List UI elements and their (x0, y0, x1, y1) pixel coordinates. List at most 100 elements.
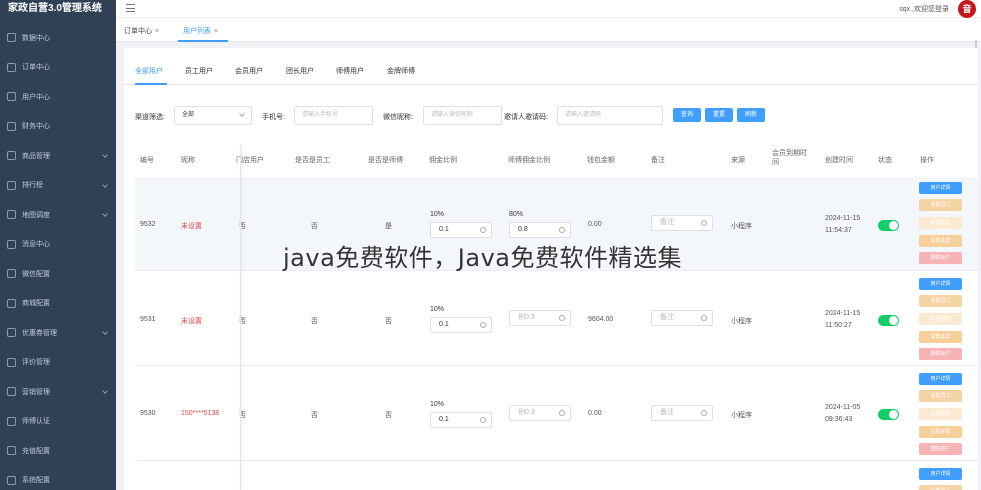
set-staff-button[interactable]: 设置员工 (919, 295, 962, 307)
sidebar-item-label: 财务中心 (22, 123, 50, 131)
invite-code-input[interactable]: 请输入邀请码 (557, 106, 663, 125)
status-toggle[interactable] (878, 409, 899, 420)
nickname-input[interactable]: 请输入微信昵称 (423, 106, 502, 125)
reset-button[interactable]: 重置 (705, 108, 733, 122)
sidebar-item-marketing-management[interactable]: 营销管理 (0, 377, 116, 407)
tab-all-users[interactable]: 全部用户 (135, 66, 163, 76)
sidebar-item-map-dispatch[interactable]: 地图调度 (0, 200, 116, 230)
sidebar-item-label: 用户中心 (22, 93, 50, 101)
user-detail-button[interactable]: 用户详情 (919, 182, 962, 194)
chevron-down-icon (239, 111, 245, 117)
delete-user-button[interactable]: 删除用户 (919, 252, 962, 264)
sidebar-item-label: 商品管理 (22, 152, 50, 160)
search-icon (701, 315, 707, 321)
tab-master-users[interactable]: 师傅用户 (336, 66, 364, 76)
phone-input[interactable]: 请输入手机号 (294, 106, 373, 125)
delete-user-button[interactable]: 删除用户 (919, 443, 962, 455)
commission-input[interactable]: 0.1 (430, 222, 492, 238)
master-commission-input[interactable]: 例0.3 (509, 405, 571, 421)
commission-input[interactable]: 0.1 (430, 317, 492, 333)
user-id: 9531 (140, 316, 156, 323)
sidebar-item-label: 微信配置 (22, 270, 50, 278)
active-tag-indicator (178, 40, 228, 42)
is-staff-value: 否 (311, 412, 318, 419)
set-staff-button[interactable]: 设置员工 (919, 485, 962, 490)
sidebar-item-recharge-config[interactable]: 充值配置 (0, 436, 116, 466)
wallet-amount: 9604.00 (588, 316, 614, 323)
sidebar-item-system-config[interactable]: 系统配置 (0, 466, 116, 490)
review-icon (7, 357, 16, 367)
chevron-down-icon (102, 329, 108, 335)
nickname-label: 微信昵称: (383, 114, 413, 121)
sidebar-item-label: 评价管理 (22, 359, 50, 367)
sidebar-item-label: 系统配置 (22, 477, 50, 485)
avatar[interactable]: 音 (958, 0, 976, 18)
active-tab-indicator (135, 83, 167, 85)
user-detail-button[interactable]: 用户详情 (919, 468, 962, 480)
tab-member-users[interactable]: 会员用户 (235, 66, 263, 76)
set-member-button[interactable]: 设置会员 (919, 426, 962, 438)
sidebar-item-wechat-config[interactable]: 微信配置 (0, 259, 116, 289)
sidebar-item-finance-center[interactable]: 财务中心 (0, 112, 116, 142)
sidebar-item-label: 商城配置 (22, 300, 50, 308)
close-icon[interactable]: × (155, 28, 159, 35)
sidebar-menu: 数据中心 订单中心 用户中心 财务中心 商品管理 排行榜 地图调度 消息中心 微… (0, 23, 116, 490)
sidebar-item-data-center[interactable]: 数据中心 (0, 23, 116, 53)
sidebar-item-coupon-management[interactable]: 优惠券管理 (0, 318, 116, 348)
col-status: 状态 (878, 157, 892, 164)
remark-input[interactable]: 备注 (651, 215, 713, 231)
user-detail-button[interactable]: 用户详情 (919, 373, 962, 385)
set-staff-button[interactable]: 设置员工 (919, 199, 962, 211)
source-value: 小程序 (731, 318, 752, 325)
refresh-button[interactable]: 刷新 (737, 108, 765, 122)
sidebar-item-product-management[interactable]: 商品管理 (0, 141, 116, 171)
commission-input[interactable]: 0.1 (430, 412, 492, 428)
set-leader-button[interactable]: 设置团长 (919, 408, 962, 420)
search-icon (559, 227, 565, 233)
tab-gold-masters[interactable]: 金牌师傅 (387, 66, 415, 76)
master-commission-input[interactable]: 例0.3 (509, 310, 571, 326)
commission-value: 0.1 (439, 416, 449, 423)
set-member-button[interactable]: 设置会员 (919, 235, 962, 247)
set-member-button[interactable]: 设置会员 (919, 331, 962, 343)
remark-input[interactable]: 备注 (651, 310, 713, 326)
user-detail-button[interactable]: 用户详情 (919, 278, 962, 290)
created-time: 11:50:27 (825, 322, 852, 329)
close-icon[interactable]: × (214, 28, 218, 35)
channel-select[interactable]: 全部 (174, 106, 252, 125)
tab-leader-users[interactable]: 团长用户 (286, 66, 314, 76)
chevron-down-icon (102, 181, 108, 188)
set-staff-button[interactable]: 设置员工 (919, 390, 962, 402)
remark-placeholder: 备注 (660, 409, 674, 416)
sidebar-item-ranking[interactable]: 排行榜 (0, 171, 116, 201)
commission-value: 0.1 (439, 321, 449, 328)
status-toggle[interactable] (878, 315, 899, 326)
tag-order-center[interactable]: 订单中心 × (124, 26, 159, 36)
is-staff-value: 否 (311, 318, 318, 325)
tag-user-list[interactable]: 用户列表 × (183, 26, 218, 36)
sidebar-item-label: 充值配置 (22, 447, 50, 455)
status-toggle[interactable] (878, 220, 899, 231)
sidebar-item-user-center[interactable]: 用户中心 (0, 82, 116, 112)
col-wallet: 钱包金额 (587, 157, 615, 164)
created-date: 2024-11-15 (825, 215, 861, 222)
sidebar-item-message-center[interactable]: 消息中心 (0, 230, 116, 260)
sidebar-item-order-center[interactable]: 订单中心 (0, 53, 116, 83)
tab-staff-users[interactable]: 员工用户 (185, 66, 213, 76)
set-leader-button[interactable]: 设置团长 (919, 313, 962, 325)
col-id: 编号 (140, 157, 154, 164)
user-type-tabs: 全部用户 员工用户 会员用户 团长用户 师傅用户 金牌师傅 (124, 48, 978, 85)
sidebar-item-master-certification[interactable]: 师傅认证 (0, 407, 116, 437)
hamburger-icon[interactable] (126, 4, 135, 12)
sidebar-item-review-management[interactable]: 评价管理 (0, 348, 116, 378)
remark-input[interactable]: 备注 (651, 405, 713, 421)
master-commission-percent: 80% (509, 211, 524, 218)
master-commission-input[interactable]: 0.8 (509, 222, 571, 238)
set-leader-button[interactable]: 设置团长 (919, 217, 962, 229)
sidebar-item-mall-config[interactable]: 商城配置 (0, 289, 116, 319)
marketing-icon (7, 387, 16, 397)
certificate-icon (7, 416, 16, 426)
delete-user-button[interactable]: 删除用户 (919, 348, 962, 360)
query-button[interactable]: 查询 (673, 108, 701, 122)
dashboard-icon (7, 33, 16, 43)
